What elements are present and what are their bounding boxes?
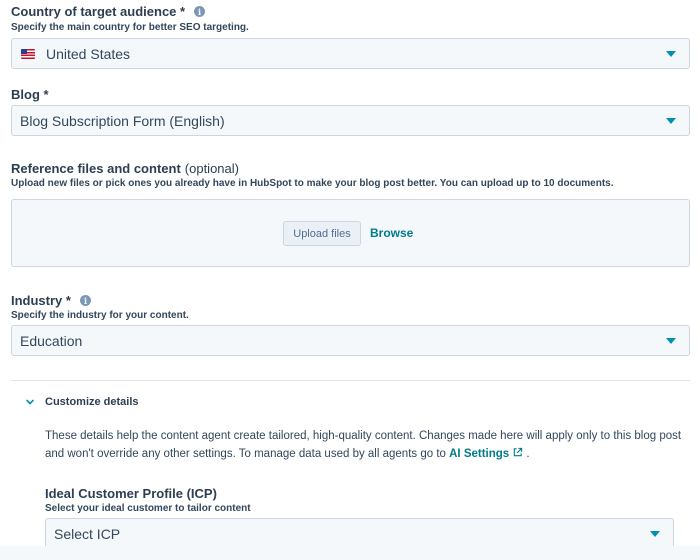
blog-post-settings-form: Country of target audience * i Specify t… [0, 0, 700, 560]
reference-label: Reference files and content (optional) [11, 161, 239, 176]
info-icon[interactable]: i [79, 295, 91, 306]
caret-down-icon [666, 51, 676, 57]
customize-details-toggle[interactable]: Customize details [24, 396, 139, 408]
industry-select[interactable]: Education [11, 325, 690, 356]
reference-help-text: Upload new files or pick ones you alread… [11, 178, 614, 189]
customize-description: These details help the content agent cre… [45, 430, 682, 460]
upload-files-button[interactable]: Upload files [283, 221, 361, 246]
bottom-bar [0, 546, 700, 560]
industry-label: Industry * i [11, 293, 91, 308]
blog-select-value: Blog Subscription Form (English) [20, 112, 225, 129]
browse-link[interactable]: Browse [370, 226, 413, 240]
optional-tag: (optional) [184, 161, 239, 176]
icp-select-placeholder: Select ICP [54, 525, 121, 542]
info-icon[interactable]: i [194, 6, 206, 17]
file-upload-dropzone[interactable]: Upload files Browse [11, 199, 690, 267]
industry-select-value: Education [20, 332, 83, 349]
caret-down-icon [666, 338, 676, 344]
icp-select[interactable]: Select ICP [45, 518, 674, 549]
country-select-value: United States [46, 45, 131, 62]
blog-label: Blog * [11, 87, 49, 102]
blog-select[interactable]: Blog Subscription Form (English) [11, 105, 690, 136]
caret-down-icon [650, 531, 660, 537]
country-help-text: Specify the main country for better SEO … [11, 22, 249, 33]
industry-help-text: Specify the industry for your content. [11, 310, 189, 321]
section-divider [11, 380, 690, 381]
customize-details-title: Customize details [45, 396, 139, 408]
external-link-icon [513, 447, 523, 457]
caret-down-icon [666, 118, 676, 124]
us-flag-icon [21, 48, 35, 59]
icp-label: Ideal Customer Profile (ICP) [45, 486, 217, 501]
country-label: Country of target audience * i [11, 4, 206, 19]
icp-help-text: Select your ideal customer to tailor con… [45, 503, 251, 514]
chevron-down-icon [26, 399, 34, 405]
ai-settings-link[interactable]: AI Settings [449, 447, 523, 460]
country-select[interactable]: United States [11, 38, 690, 69]
